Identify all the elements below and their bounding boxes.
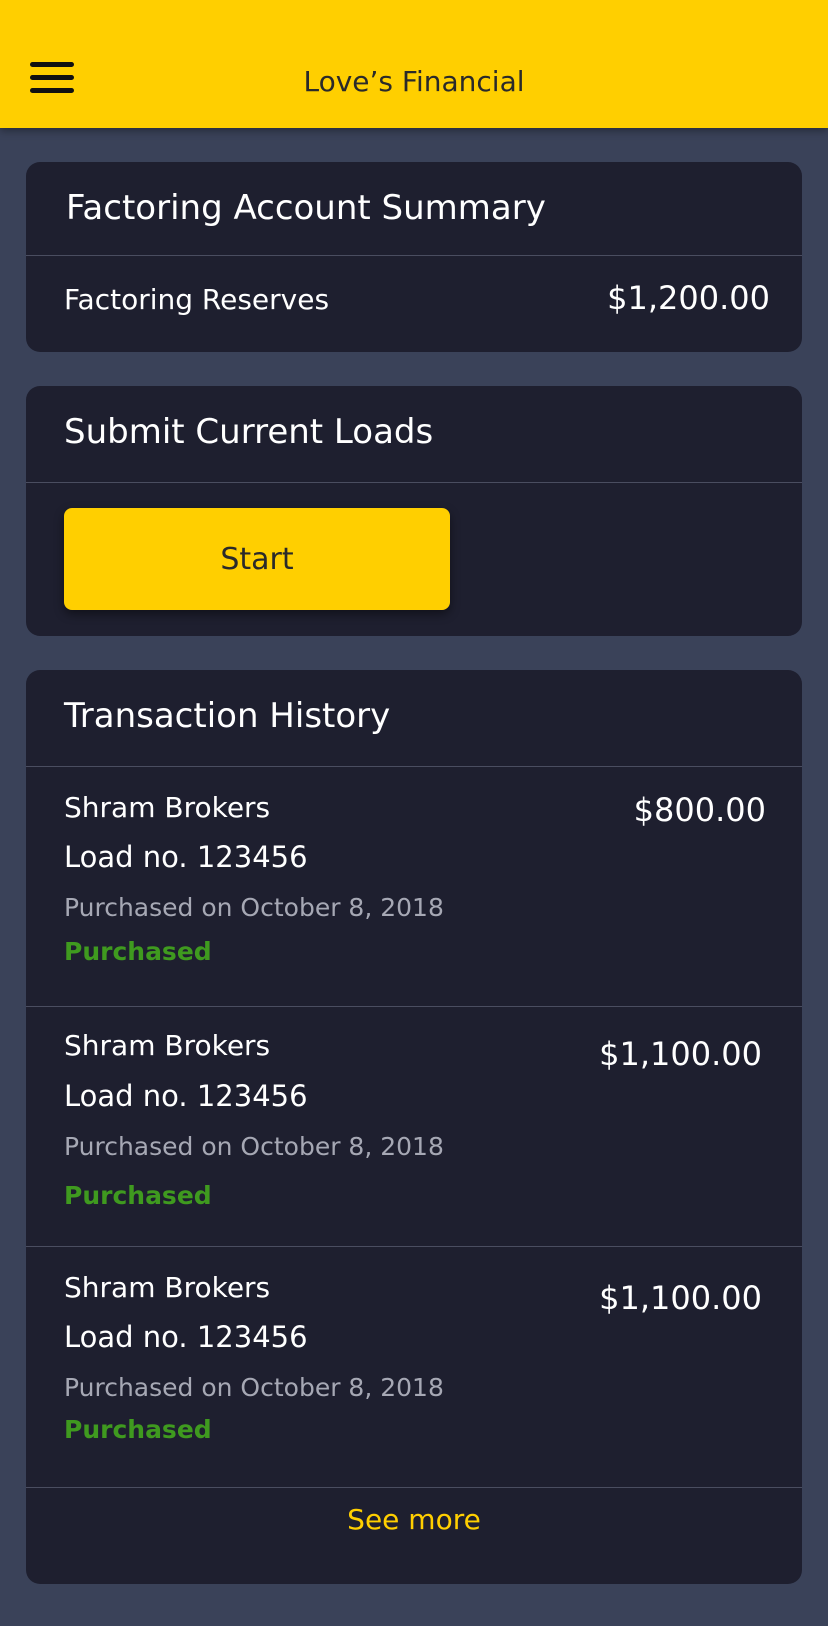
transaction-date: Purchased on October 8, 2018 [64,1132,444,1161]
transaction-load-number: Load no. 123456 [64,840,308,874]
submit-loads-card: Submit Current Loads Start [26,386,802,636]
transaction-amount: $1,100.00 [599,1035,762,1073]
transaction-status-badge: Purchased [64,1181,212,1210]
transaction-amount: $1,100.00 [599,1279,762,1317]
start-button[interactable]: Start [64,508,450,610]
transaction-row[interactable]: Shram Brokers Load no. 123456 Purchased … [26,1247,802,1488]
transaction-history-header: Transaction History [26,670,802,767]
factoring-reserves-label: Factoring Reserves [64,283,330,316]
transaction-status-badge: Purchased [64,937,212,966]
transaction-status-badge: Purchased [64,1415,212,1444]
transaction-amount: $800.00 [633,791,766,829]
transaction-history-title: Transaction History [64,696,391,736]
transaction-broker: Shram Brokers [64,1271,271,1304]
submit-loads-header: Submit Current Loads [26,386,802,483]
account-summary-header: Factoring Account Summary [26,162,802,256]
account-summary-card: Factoring Account Summary Factoring Rese… [26,162,802,352]
transaction-row[interactable]: Shram Brokers Load no. 123456 Purchased … [26,1007,802,1247]
transaction-row[interactable]: Shram Brokers Load no. 123456 Purchased … [26,767,802,1007]
transaction-broker: Shram Brokers [64,1029,271,1062]
transaction-broker: Shram Brokers [64,791,271,824]
app-title: Love’s Financial [303,65,525,98]
transaction-date: Purchased on October 8, 2018 [64,1373,444,1402]
transaction-load-number: Load no. 123456 [64,1320,308,1354]
account-summary-title: Factoring Account Summary [66,188,546,228]
see-more-link[interactable]: See more [26,1490,802,1550]
transaction-load-number: Load no. 123456 [64,1079,308,1113]
factoring-reserves-value: $1,200.00 [607,279,770,317]
submit-loads-title: Submit Current Loads [64,412,434,452]
app-bar: Love’s Financial [0,0,828,128]
transaction-history-card: Transaction History Shram Brokers Load n… [26,670,802,1584]
transaction-date: Purchased on October 8, 2018 [64,893,444,922]
